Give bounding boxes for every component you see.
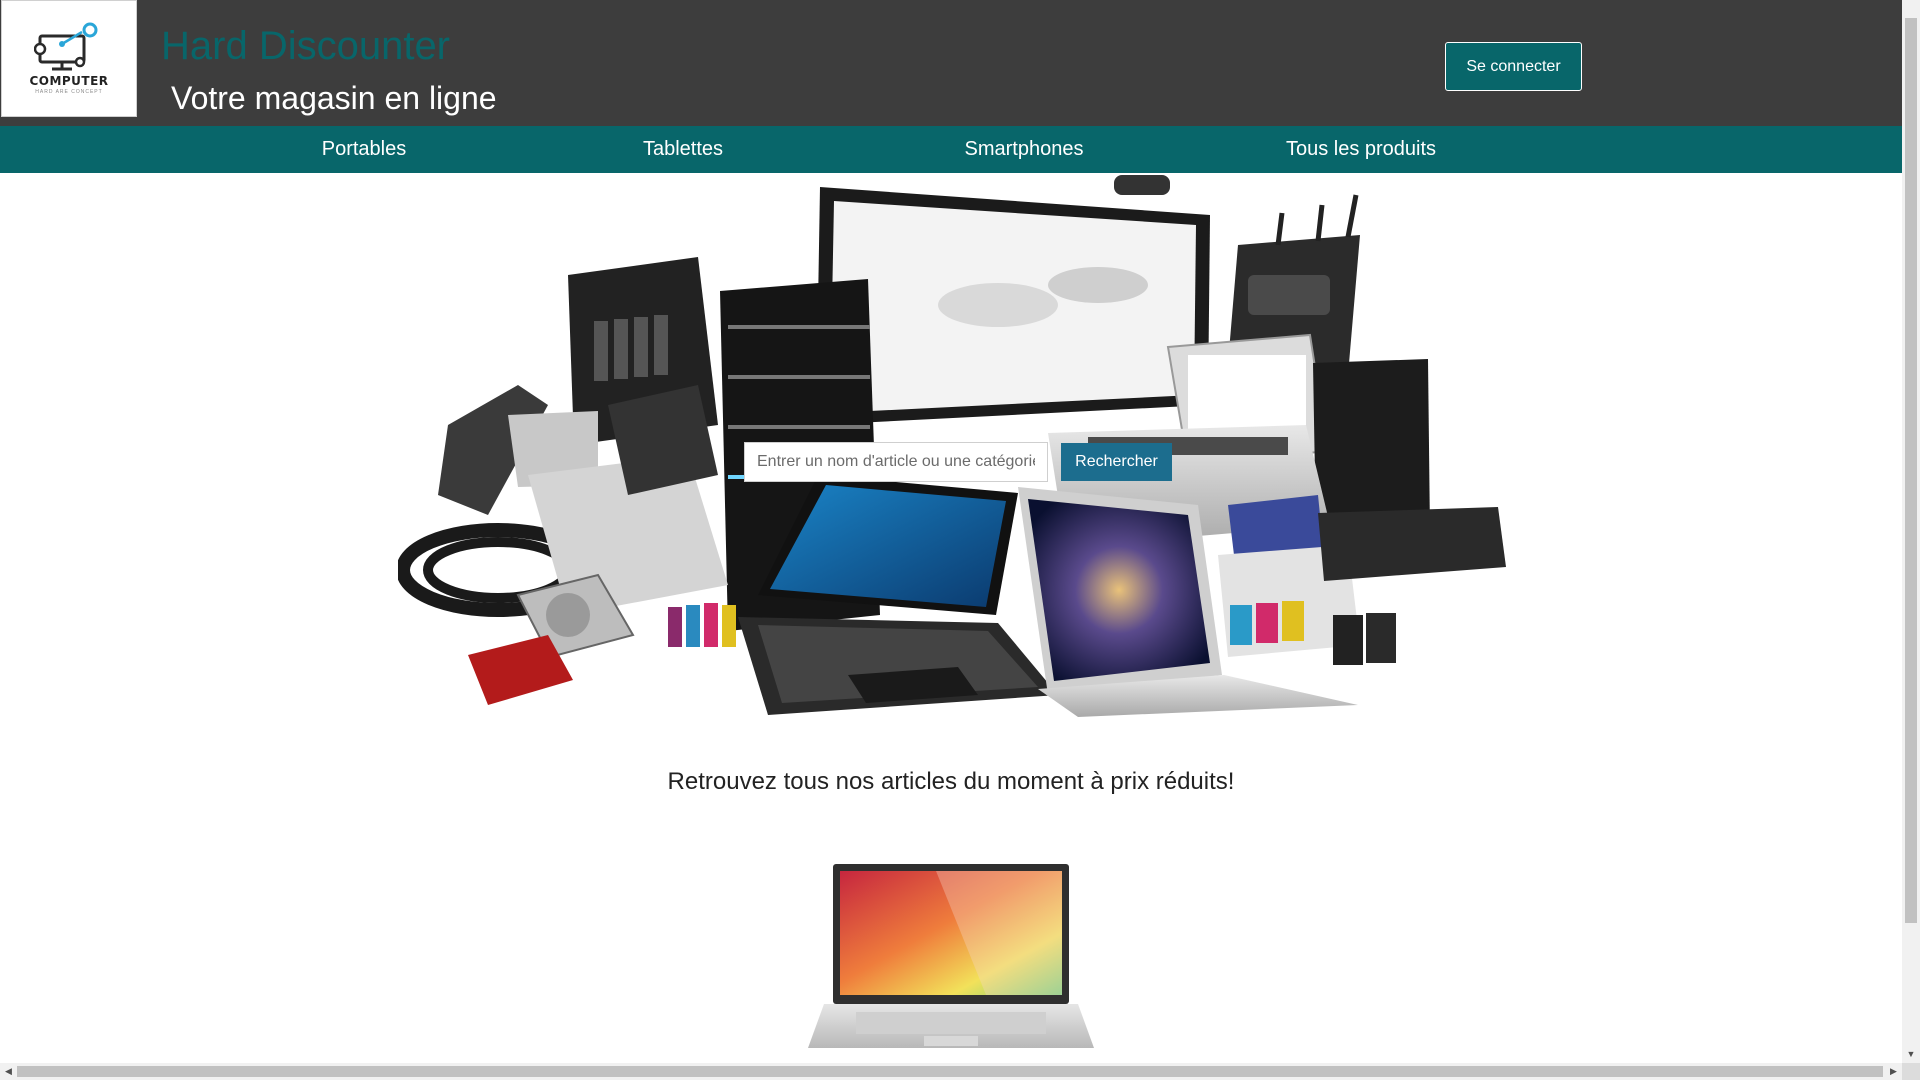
logo-wordmark: COMPUTER	[29, 74, 109, 88]
site-header: COMPUTER HARD ARE CONCEPT Hard Discounte…	[0, 0, 1902, 126]
scroll-corner	[1902, 1063, 1920, 1080]
site-logo[interactable]: COMPUTER HARD ARE CONCEPT	[1, 0, 137, 117]
search-button[interactable]: Rechercher	[1061, 443, 1172, 481]
featured-laptop-image[interactable]	[806, 862, 1096, 1052]
search-input[interactable]	[744, 442, 1048, 482]
site-subtitle: Votre magasin en ligne	[171, 80, 497, 116]
nav-item-tablettes[interactable]: Tablettes	[643, 126, 723, 173]
logo-tagline: HARD ARE CONCEPT	[35, 89, 103, 95]
triangle-left-icon[interactable]: ◀	[0, 1063, 17, 1080]
nav-item-all-products[interactable]: Tous les produits	[1286, 126, 1436, 173]
triangle-down-icon[interactable]: ▼	[1902, 1045, 1920, 1063]
nav-item-smartphones[interactable]: Smartphones	[965, 126, 1084, 173]
nav-item-portables[interactable]: Portables	[322, 126, 407, 173]
vertical-scrollbar[interactable]: ▼	[1902, 0, 1920, 1063]
vertical-scroll-thumb[interactable]	[1905, 18, 1917, 923]
login-button[interactable]: Se connecter	[1445, 42, 1582, 91]
site-title: Hard Discounter	[161, 24, 451, 68]
promo-heading: Retrouvez tous nos articles du moment à …	[667, 768, 1235, 795]
triangle-right-icon[interactable]: ▶	[1885, 1063, 1902, 1080]
computer-gear-icon	[34, 22, 98, 71]
horizontal-scroll-thumb[interactable]	[17, 1066, 1883, 1077]
horizontal-scrollbar[interactable]: ◀ ▶	[0, 1063, 1902, 1080]
main-nav: Portables Tablettes Smartphones Tous les…	[0, 126, 1902, 173]
